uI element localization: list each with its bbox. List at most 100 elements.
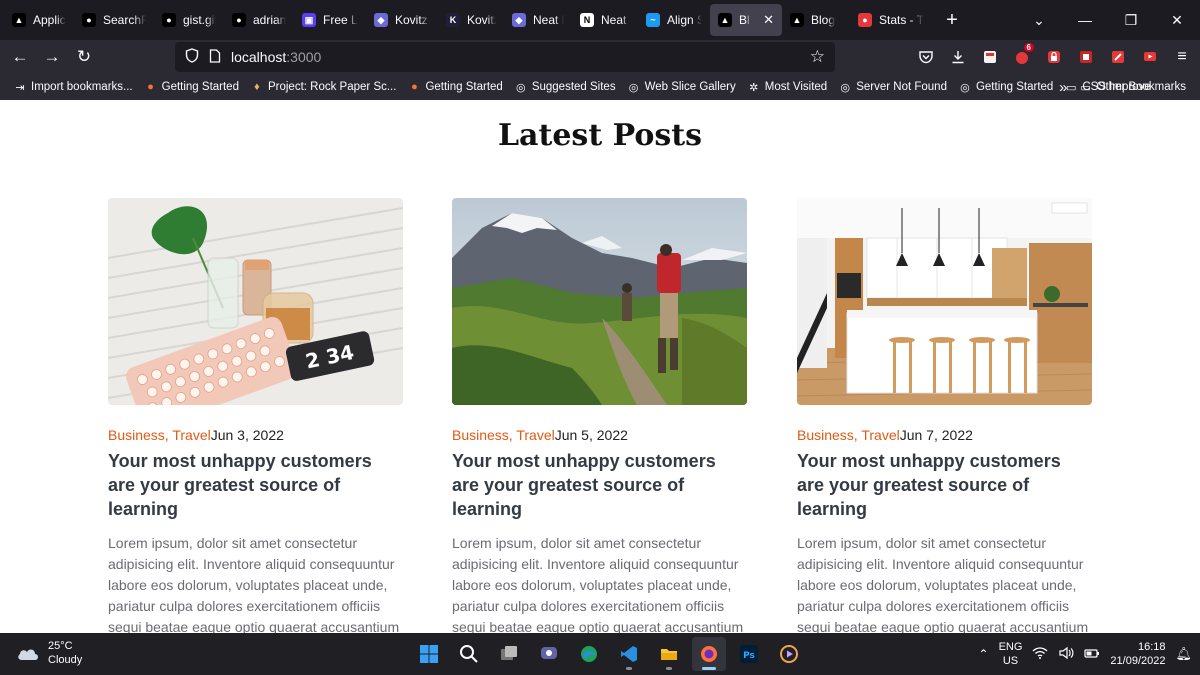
post-categories[interactable]: Business, Travel <box>452 427 555 443</box>
tab-title: Neat lan <box>533 13 564 27</box>
project-icon: ♦ <box>254 81 260 93</box>
bookmark-star-icon[interactable]: ☆ <box>810 47 825 67</box>
bookmarks-overflow-button[interactable]: » <box>1053 79 1073 96</box>
vscode-icon[interactable] <box>612 637 646 671</box>
clock-time: 16:18 <box>1137 641 1166 653</box>
vercel-icon: ▲ <box>718 13 732 27</box>
chevron-up-icon[interactable]: ⌃ <box>979 647 989 661</box>
edge-icon[interactable] <box>572 637 606 671</box>
notification-icon[interactable]: 🔔︎ <box>1175 646 1192 662</box>
tab-title: adrianha <box>253 13 286 27</box>
post-title[interactable]: Your most unhappy customers are your gre… <box>797 449 1092 521</box>
shield-icon[interactable] <box>185 48 199 66</box>
close-window-button[interactable]: ✕ <box>1154 0 1200 40</box>
restore-button[interactable]: ❐ <box>1108 0 1154 40</box>
back-button[interactable]: ← <box>4 42 36 72</box>
file-explorer-icon[interactable] <box>652 637 686 671</box>
post-categories[interactable]: Business, Travel <box>108 427 211 443</box>
vercel-icon: ▲ <box>790 13 804 27</box>
extensions-area: 6 ≡ <box>910 40 1198 74</box>
globe-icon: ◎ <box>516 81 526 94</box>
firefox-icon: ● <box>147 81 154 93</box>
browser-tab[interactable]: ~ Align Se <box>638 4 710 36</box>
windows-start-icon[interactable] <box>412 637 446 671</box>
notion-icon: N <box>580 13 594 27</box>
post-image-mountain[interactable] <box>452 198 747 405</box>
browser-tab[interactable]: ▲ Applicat <box>4 4 74 36</box>
browser-tab[interactable]: ◆ Kovitz la <box>366 4 438 36</box>
tab-title: Kovitz – <box>467 13 496 27</box>
post-title[interactable]: Your most unhappy customers are your gre… <box>108 449 403 521</box>
red-extension-icon[interactable] <box>1070 49 1102 65</box>
post-categories[interactable]: Business, Travel <box>797 427 900 443</box>
firefox-icon[interactable] <box>692 637 726 671</box>
post-image-desk[interactable]: 2 34 <box>108 198 403 405</box>
browser-tab[interactable]: N Neat | Bu <box>572 4 638 36</box>
language-code: ENG <box>998 641 1023 653</box>
browser-tab[interactable]: ▲ Blog ✕ <box>710 4 782 36</box>
tab-title: Neat | Bu <box>601 13 630 27</box>
bookmark-label: Getting Started <box>161 81 239 93</box>
post-card[interactable]: 2 34 Business, TravelJun 3, 2022 Your mo… <box>108 198 403 633</box>
post-card[interactable]: Business, TravelJun 7, 2022 Your most un… <box>797 198 1092 633</box>
tab-title: gist.gith <box>183 13 216 27</box>
bookmark-item[interactable]: ● Getting Started <box>402 81 508 93</box>
bookmark-item[interactable]: ◎ Web Slice Gallery <box>622 81 742 94</box>
pocket-icon[interactable] <box>910 49 942 65</box>
browser-tab[interactable]: ● SearchFi <box>74 4 154 36</box>
navigation-toolbar: ← → ↻ localhost:3000 ☆ 6 ≡ <box>0 40 1200 74</box>
minimize-button[interactable]: — <box>1062 0 1108 40</box>
post-card[interactable]: Business, TravelJun 5, 2022 Your most un… <box>452 198 747 633</box>
browser-tab[interactable]: ● gist.gith <box>154 4 224 36</box>
media-player-icon[interactable] <box>772 637 806 671</box>
bookmark-item[interactable]: ● Getting Started <box>139 81 245 93</box>
battery-icon[interactable] <box>1084 646 1100 663</box>
post-title[interactable]: Your most unhappy customers are your gre… <box>452 449 747 521</box>
bookmark-item[interactable]: ◎ Server Not Found <box>833 81 953 94</box>
url-bar[interactable]: localhost:3000 ☆ <box>175 42 835 72</box>
bookmark-item[interactable]: ✲ Most Visited <box>742 81 833 94</box>
browser-tab[interactable]: ▲ Blog <box>782 4 850 36</box>
pen-extension-icon[interactable] <box>1102 49 1134 65</box>
lock-extension-icon[interactable] <box>1038 49 1070 65</box>
bookmark-item[interactable]: ◎ Suggested Sites <box>509 81 622 94</box>
wifi-icon[interactable] <box>1032 646 1048 663</box>
tab-list-chevron-icon[interactable]: ⌄ <box>1016 0 1062 40</box>
browser-tab[interactable]: K Kovitz – <box>438 4 504 36</box>
kovitz-icon: ◆ <box>374 13 388 27</box>
bookmark-label: Project: Rock Paper Sc... <box>267 81 397 93</box>
reload-button[interactable]: ↻ <box>68 42 100 72</box>
browser-tab[interactable]: ● Stats - To <box>850 4 932 36</box>
chat-icon[interactable] <box>532 637 566 671</box>
bookmark-item[interactable]: ♦ Project: Rock Paper Sc... <box>245 81 402 93</box>
page-title: Latest Posts <box>497 118 703 153</box>
reader-extension-icon[interactable] <box>974 49 1006 65</box>
bookmark-label: Import bookmarks... <box>31 81 133 93</box>
post-date: Jun 5, 2022 <box>554 427 628 443</box>
tab-title: Blog <box>739 13 750 27</box>
volume-icon[interactable] <box>1058 646 1074 663</box>
browser-tab[interactable]: ● adrianha <box>224 4 294 36</box>
close-tab-icon[interactable]: ✕ <box>763 12 774 28</box>
video-extension-icon[interactable] <box>1134 49 1166 65</box>
page-icon[interactable] <box>209 48 221 66</box>
bookmark-item[interactable]: ⇥ Import bookmarks... <box>8 81 139 94</box>
tab-title: Stats - To <box>879 13 924 27</box>
bookmark-item[interactable]: ◎ Getting Started <box>953 81 1059 94</box>
post-image-kitchen[interactable] <box>797 198 1092 405</box>
weather-widget[interactable]: 25°C Cloudy <box>16 639 82 667</box>
language-indicator[interactable]: ENG US <box>999 640 1023 668</box>
system-clock[interactable]: 16:18 21/09/2022 <box>1110 640 1165 668</box>
browser-tab[interactable]: ▣ Free Log <box>294 4 366 36</box>
forward-button[interactable]: → <box>36 42 68 72</box>
photoshop-icon[interactable]: Ps <box>732 637 766 671</box>
task-view-icon[interactable] <box>492 637 526 671</box>
browser-tab[interactable]: ◆ Neat lan <box>504 4 572 36</box>
search-icon[interactable] <box>452 637 486 671</box>
post-excerpt: Lorem ipsum, dolor sit amet consectetur … <box>797 535 1089 633</box>
tomato-extension-icon[interactable]: 6 <box>1006 43 1038 65</box>
menu-icon[interactable]: ≡ <box>1166 48 1198 66</box>
other-bookmarks-folder[interactable]: ▭ Other Bookmarks <box>1074 81 1192 94</box>
new-tab-button[interactable]: + <box>938 6 966 34</box>
downloads-icon[interactable] <box>942 49 974 65</box>
